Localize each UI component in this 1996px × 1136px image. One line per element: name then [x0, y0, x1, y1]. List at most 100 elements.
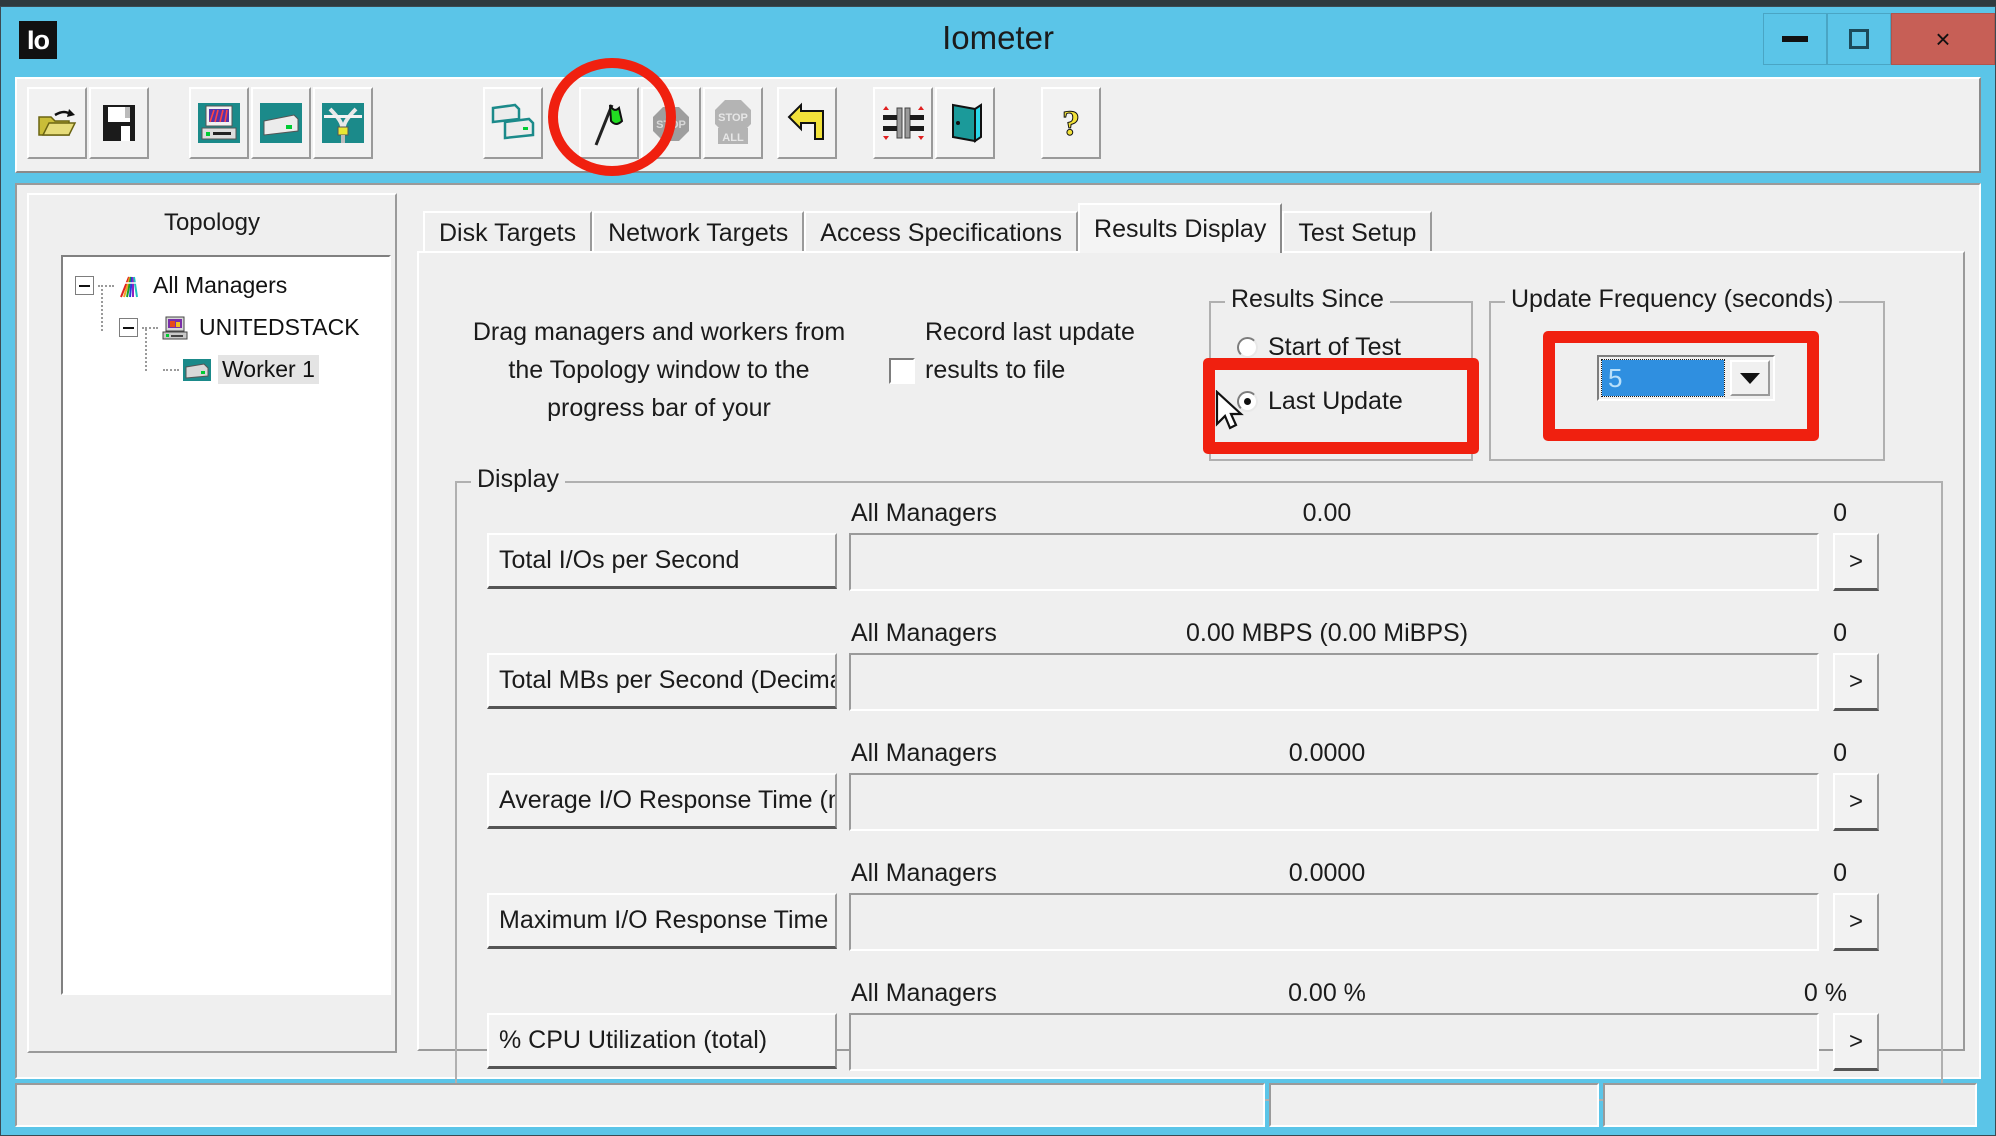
row-name-button[interactable]: Total I/Os per Second [487, 533, 837, 589]
radio-start-of-test[interactable]: Start of Test [1237, 333, 1401, 362]
reset-button[interactable] [777, 87, 837, 159]
stop-test-icon: STOP [653, 107, 689, 141]
update-frequency-value[interactable]: 5 [1601, 359, 1725, 397]
tree-node-unitedstack[interactable]: UNITEDSTACK [119, 313, 364, 342]
topology-tree[interactable]: All Managers UNITEDSTACK Worker 1 [61, 255, 391, 995]
new-worker-button[interactable] [251, 87, 311, 159]
tab-panel: Disk Targets Network Targets Access Spec… [417, 193, 1965, 1101]
maximize-button[interactable] [1827, 13, 1891, 65]
toolbar-group-reset [777, 87, 839, 159]
radio-last-update[interactable]: Last Update [1237, 387, 1403, 416]
window-title: Iometer [942, 19, 1054, 56]
tree-line [98, 284, 114, 287]
row-more-button[interactable]: > [1833, 893, 1879, 951]
row-progress-bar[interactable] [849, 773, 1819, 831]
tab-network-targets[interactable]: Network Targets [592, 211, 805, 253]
save-config-icon [103, 105, 135, 141]
start-tests-icon [594, 104, 624, 146]
row-more-button[interactable]: > [1833, 1013, 1879, 1071]
topology-panel: Topology All Managers UNITEDSTACK Worker… [27, 193, 397, 1053]
all-managers-icon [120, 276, 138, 297]
tree-node-label: UNITEDSTACK [199, 314, 360, 340]
status-panel-3 [1603, 1083, 1977, 1127]
stop-all-icon: STOP ALL [715, 100, 751, 144]
svg-text:ALL: ALL [722, 132, 744, 144]
client-area: Topology All Managers UNITEDSTACK Worker… [15, 183, 1981, 1101]
radio-label: Last Update [1268, 387, 1403, 415]
swap-button[interactable] [873, 87, 933, 159]
row-name-button[interactable]: Average I/O Response Time (ms) [487, 773, 837, 829]
minimize-icon [1782, 36, 1808, 42]
minimize-button[interactable] [1763, 13, 1827, 65]
display-row-total-ios: All Managers 0.00 0 Total I/Os per Secon… [457, 499, 1941, 617]
status-bar [15, 1083, 1981, 1127]
row-value: 0.00 % [1288, 979, 1366, 1007]
tab-test-setup[interactable]: Test Setup [1282, 211, 1433, 253]
exit-button[interactable] [935, 87, 995, 159]
help-button[interactable]: ? [1041, 87, 1101, 159]
manager-icon [162, 316, 188, 339]
worker-icon [183, 358, 211, 381]
svg-text:?: ? [1062, 103, 1080, 143]
radio-label: Start of Test [1268, 333, 1401, 361]
row-max: 0 [1833, 739, 1847, 767]
display-row-avg-response: All Managers 0.0000 0 Average I/O Respon… [457, 739, 1941, 857]
tab-access-specifications[interactable]: Access Specifications [804, 211, 1079, 253]
new-manager-icon [198, 103, 240, 143]
toolbar-group-worker-ops [483, 87, 545, 159]
row-progress-bar[interactable] [849, 1013, 1819, 1071]
new-manager-button[interactable] [189, 87, 249, 159]
record-results-checkbox[interactable] [889, 358, 915, 384]
expander-icon[interactable] [75, 276, 94, 295]
row-name-button[interactable]: Maximum I/O Response Time (ms [487, 893, 837, 949]
row-more-button[interactable]: > [1833, 653, 1879, 711]
open-config-button[interactable] [27, 87, 87, 159]
disconnect-button[interactable] [313, 87, 373, 159]
display-group: Display All Managers 0.00 0 Total I/Os p… [455, 465, 1943, 1101]
row-more-button[interactable]: > [1833, 773, 1879, 831]
close-button[interactable]: × [1891, 13, 1995, 65]
row-max: 0 [1833, 499, 1847, 527]
display-group-title: Display [471, 465, 565, 494]
tree-line [163, 368, 179, 371]
duplicate-worker-icon [491, 103, 535, 140]
svg-text:STOP: STOP [718, 112, 748, 124]
new-worker-icon [260, 103, 302, 143]
tree-node-worker-1[interactable]: Worker 1 [163, 355, 319, 384]
row-scope: All Managers [851, 619, 997, 647]
row-progress-bar[interactable] [849, 653, 1819, 711]
toolbar-group-managers [189, 87, 375, 159]
expander-icon[interactable] [119, 318, 138, 337]
results-since-title: Results Since [1225, 285, 1390, 314]
row-name-button[interactable]: % CPU Utilization (total) [487, 1013, 837, 1069]
row-max: 0 % [1803, 979, 1847, 1007]
toolbar-group-help: ? [1041, 87, 1103, 159]
swap-icon [883, 106, 924, 140]
update-frequency-title: Update Frequency (seconds) [1505, 285, 1840, 314]
tab-disk-targets[interactable]: Disk Targets [423, 211, 593, 253]
exit-icon [952, 103, 982, 143]
row-progress-bar[interactable] [849, 533, 1819, 591]
start-tests-button[interactable] [579, 87, 639, 159]
chevron-down-icon[interactable] [1730, 360, 1770, 396]
update-frequency-combo[interactable]: 5 [1597, 355, 1775, 401]
tab-results-display[interactable]: Results Display [1078, 203, 1283, 253]
toolbar-group-run: STOP STOP ALL [579, 87, 765, 159]
row-progress-bar[interactable] [849, 893, 1819, 951]
stop-all-button[interactable]: STOP ALL [703, 87, 763, 159]
stop-test-button[interactable]: STOP [641, 87, 701, 159]
radio-icon [1237, 337, 1258, 358]
toolbar-group-tools [873, 87, 997, 159]
row-scope: All Managers [851, 859, 997, 887]
tab-strip: Disk Targets Network Targets Access Spec… [423, 203, 1433, 253]
tree-line [142, 326, 158, 329]
row-more-button[interactable]: > [1833, 533, 1879, 591]
tree-node-all-managers[interactable]: All Managers [75, 271, 291, 300]
row-scope: All Managers [851, 739, 997, 767]
row-name-button[interactable]: Total MBs per Second (Decimal) [487, 653, 837, 709]
row-value: 0.0000 [1288, 739, 1366, 767]
display-row-max-response: All Managers 0.0000 0 Maximum I/O Respon… [457, 859, 1941, 977]
results-since-group: Results Since Start of Test Last Update [1209, 285, 1473, 461]
save-config-button[interactable] [89, 87, 149, 159]
duplicate-worker-button[interactable] [483, 87, 543, 159]
